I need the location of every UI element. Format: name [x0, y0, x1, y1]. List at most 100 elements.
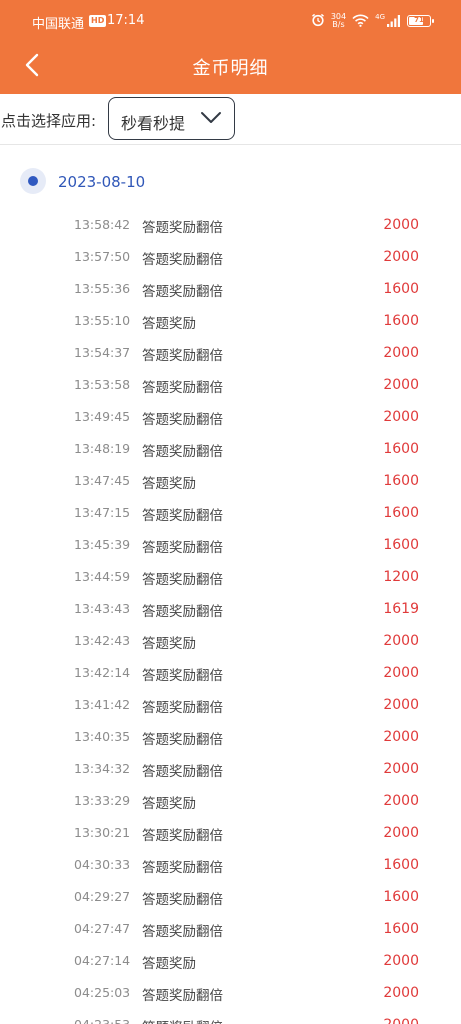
record-time: 04:25:03: [74, 985, 131, 1000]
list-item: 04:27:14 答题奖励 2000: [0, 945, 461, 977]
record-amount: 2000: [383, 697, 419, 713]
record-amount: 2000: [383, 729, 419, 745]
record-amount: 2000: [383, 985, 419, 1001]
record-description: 答题奖励翻倍: [142, 284, 223, 300]
record-time: 04:29:27: [74, 889, 131, 904]
record-time: 13:34:32: [74, 761, 131, 776]
list-item: 13:49:45 答题奖励翻倍 2000: [0, 401, 461, 433]
record-time: 13:47:45: [74, 473, 131, 488]
network-type: 4G: [375, 13, 385, 21]
record-description: 答题奖励: [142, 476, 196, 492]
list-item: 13:30:21 答题奖励翻倍 2000: [0, 817, 461, 849]
list-item: 04:23:53 答题奖励翻倍 2000: [0, 1009, 461, 1024]
record-time: 04:23:53: [74, 1017, 130, 1024]
battery-icon: 71: [407, 15, 434, 27]
record-description: 答题奖励翻倍: [142, 348, 223, 364]
record-description: 答题奖励翻倍: [142, 540, 223, 556]
record-time: 13:43:43: [74, 601, 131, 616]
record-time: 13:41:42: [74, 697, 131, 712]
record-amount: 2000: [383, 825, 419, 841]
timeline-dot-icon: [20, 168, 46, 194]
record-description: 答题奖励翻倍: [142, 988, 223, 1004]
record-time: 13:55:10: [74, 313, 131, 328]
record-time: 13:47:15: [74, 505, 131, 520]
record-description: 答题奖励翻倍: [142, 252, 223, 268]
list-item: 13:43:43 答题奖励翻倍 1619: [0, 593, 461, 625]
record-time: 13:40:35: [74, 729, 131, 744]
status-icons: 304 B/s 4G 71: [311, 11, 434, 31]
record-time: 13:57:50: [74, 249, 131, 264]
record-time: 04:30:33: [74, 857, 131, 872]
list-item: 13:42:43 答题奖励 2000: [0, 625, 461, 657]
chevron-down-icon: [201, 112, 221, 123]
hd-badge: HD: [89, 15, 107, 27]
record-amount: 2000: [383, 953, 419, 969]
list-item: 13:55:36 答题奖励翻倍 1600: [0, 273, 461, 305]
signal-icon: [387, 12, 401, 31]
record-amount: 1600: [383, 505, 419, 521]
record-amount: 1600: [383, 473, 419, 489]
record-time: 13:42:43: [74, 633, 131, 648]
wifi-icon: [352, 12, 369, 31]
list-item: 13:47:15 答题奖励翻倍 1600: [0, 497, 461, 529]
record-amount: 1600: [383, 441, 419, 457]
record-amount: 1600: [383, 889, 419, 905]
record-amount: 2000: [383, 345, 419, 361]
record-amount: 2000: [383, 377, 419, 393]
record-time: 13:53:58: [74, 377, 131, 392]
record-time: 13:44:59: [74, 569, 131, 584]
record-description: 答题奖励: [142, 636, 196, 652]
record-description: 答题奖励翻倍: [142, 220, 223, 236]
record-amount: 2000: [383, 1017, 419, 1024]
record-description: 答题奖励翻倍: [142, 412, 223, 428]
record-amount: 2000: [383, 761, 419, 777]
date-group-header: 2023-08-10: [0, 165, 461, 201]
screen: 中国联通 HD 17:14 304 B/s 4G 71 金币明细 点击选择应用:…: [0, 0, 461, 1024]
list-item: 13:33:29 答题奖励 2000: [0, 785, 461, 817]
list-item: 13:57:50 答题奖励翻倍 2000: [0, 241, 461, 273]
list-item: 04:25:03 答题奖励翻倍 2000: [0, 977, 461, 1009]
record-amount: 1600: [383, 921, 419, 937]
record-time: 13:49:45: [74, 409, 131, 424]
status-time: 17:14: [107, 13, 145, 28]
list-item: 04:30:33 答题奖励翻倍 1600: [0, 849, 461, 881]
coin-record-list: 13:58:42 答题奖励翻倍 2000 13:57:50 答题奖励翻倍 2000 13:5…: [0, 209, 461, 1024]
app-select-dropdown[interactable]: 秒看秒提: [108, 97, 235, 140]
record-time: 13:58:42: [74, 217, 131, 232]
record-description: 答题奖励翻倍: [142, 572, 223, 588]
record-description: 答题奖励翻倍: [142, 444, 223, 460]
record-description: 答题奖励翻倍: [142, 700, 223, 716]
list-item: 13:58:42 答题奖励翻倍 2000: [0, 209, 461, 241]
record-description: 答题奖励翻倍: [142, 1016, 223, 1024]
record-description: 答题奖励翻倍: [142, 924, 223, 940]
record-description: 答题奖励: [142, 316, 196, 332]
app-selector-label: 点击选择应用:: [1, 112, 97, 130]
app-select-value: 秒看秒提: [121, 114, 186, 133]
list-item: 13:47:45 答题奖励 1600: [0, 465, 461, 497]
record-description: 答题奖励翻倍: [142, 732, 223, 748]
list-item: 13:53:58 答题奖励翻倍 2000: [0, 369, 461, 401]
record-time: 13:33:29: [74, 793, 131, 808]
carrier-label: 中国联通: [32, 17, 85, 32]
record-description: 答题奖励翻倍: [142, 380, 223, 396]
record-amount: 2000: [383, 665, 419, 681]
page-title: 金币明细: [192, 58, 269, 79]
record-time: 04:27:47: [74, 921, 131, 936]
record-amount: 2000: [383, 633, 419, 649]
record-time: 13:30:21: [74, 825, 131, 840]
net-speed-unit: B/s: [332, 20, 345, 29]
app-header: 中国联通 HD 17:14 304 B/s 4G 71 金币明细: [0, 0, 461, 94]
battery-level: 71: [414, 16, 424, 24]
record-description: 答题奖励翻倍: [142, 604, 223, 620]
record-amount: 1619: [383, 601, 419, 617]
list-item: 13:40:35 答题奖励翻倍 2000: [0, 721, 461, 753]
record-description: 答题奖励: [142, 796, 196, 812]
record-description: 答题奖励翻倍: [142, 508, 223, 524]
record-amount: 2000: [383, 249, 419, 265]
record-description: 答题奖励翻倍: [142, 668, 223, 684]
list-item: 13:41:42 答题奖励翻倍 2000: [0, 689, 461, 721]
record-description: 答题奖励翻倍: [142, 892, 223, 908]
list-item: 13:55:10 答题奖励 1600: [0, 305, 461, 337]
record-time: 13:48:19: [74, 441, 131, 456]
record-time: 04:27:14: [74, 953, 131, 968]
